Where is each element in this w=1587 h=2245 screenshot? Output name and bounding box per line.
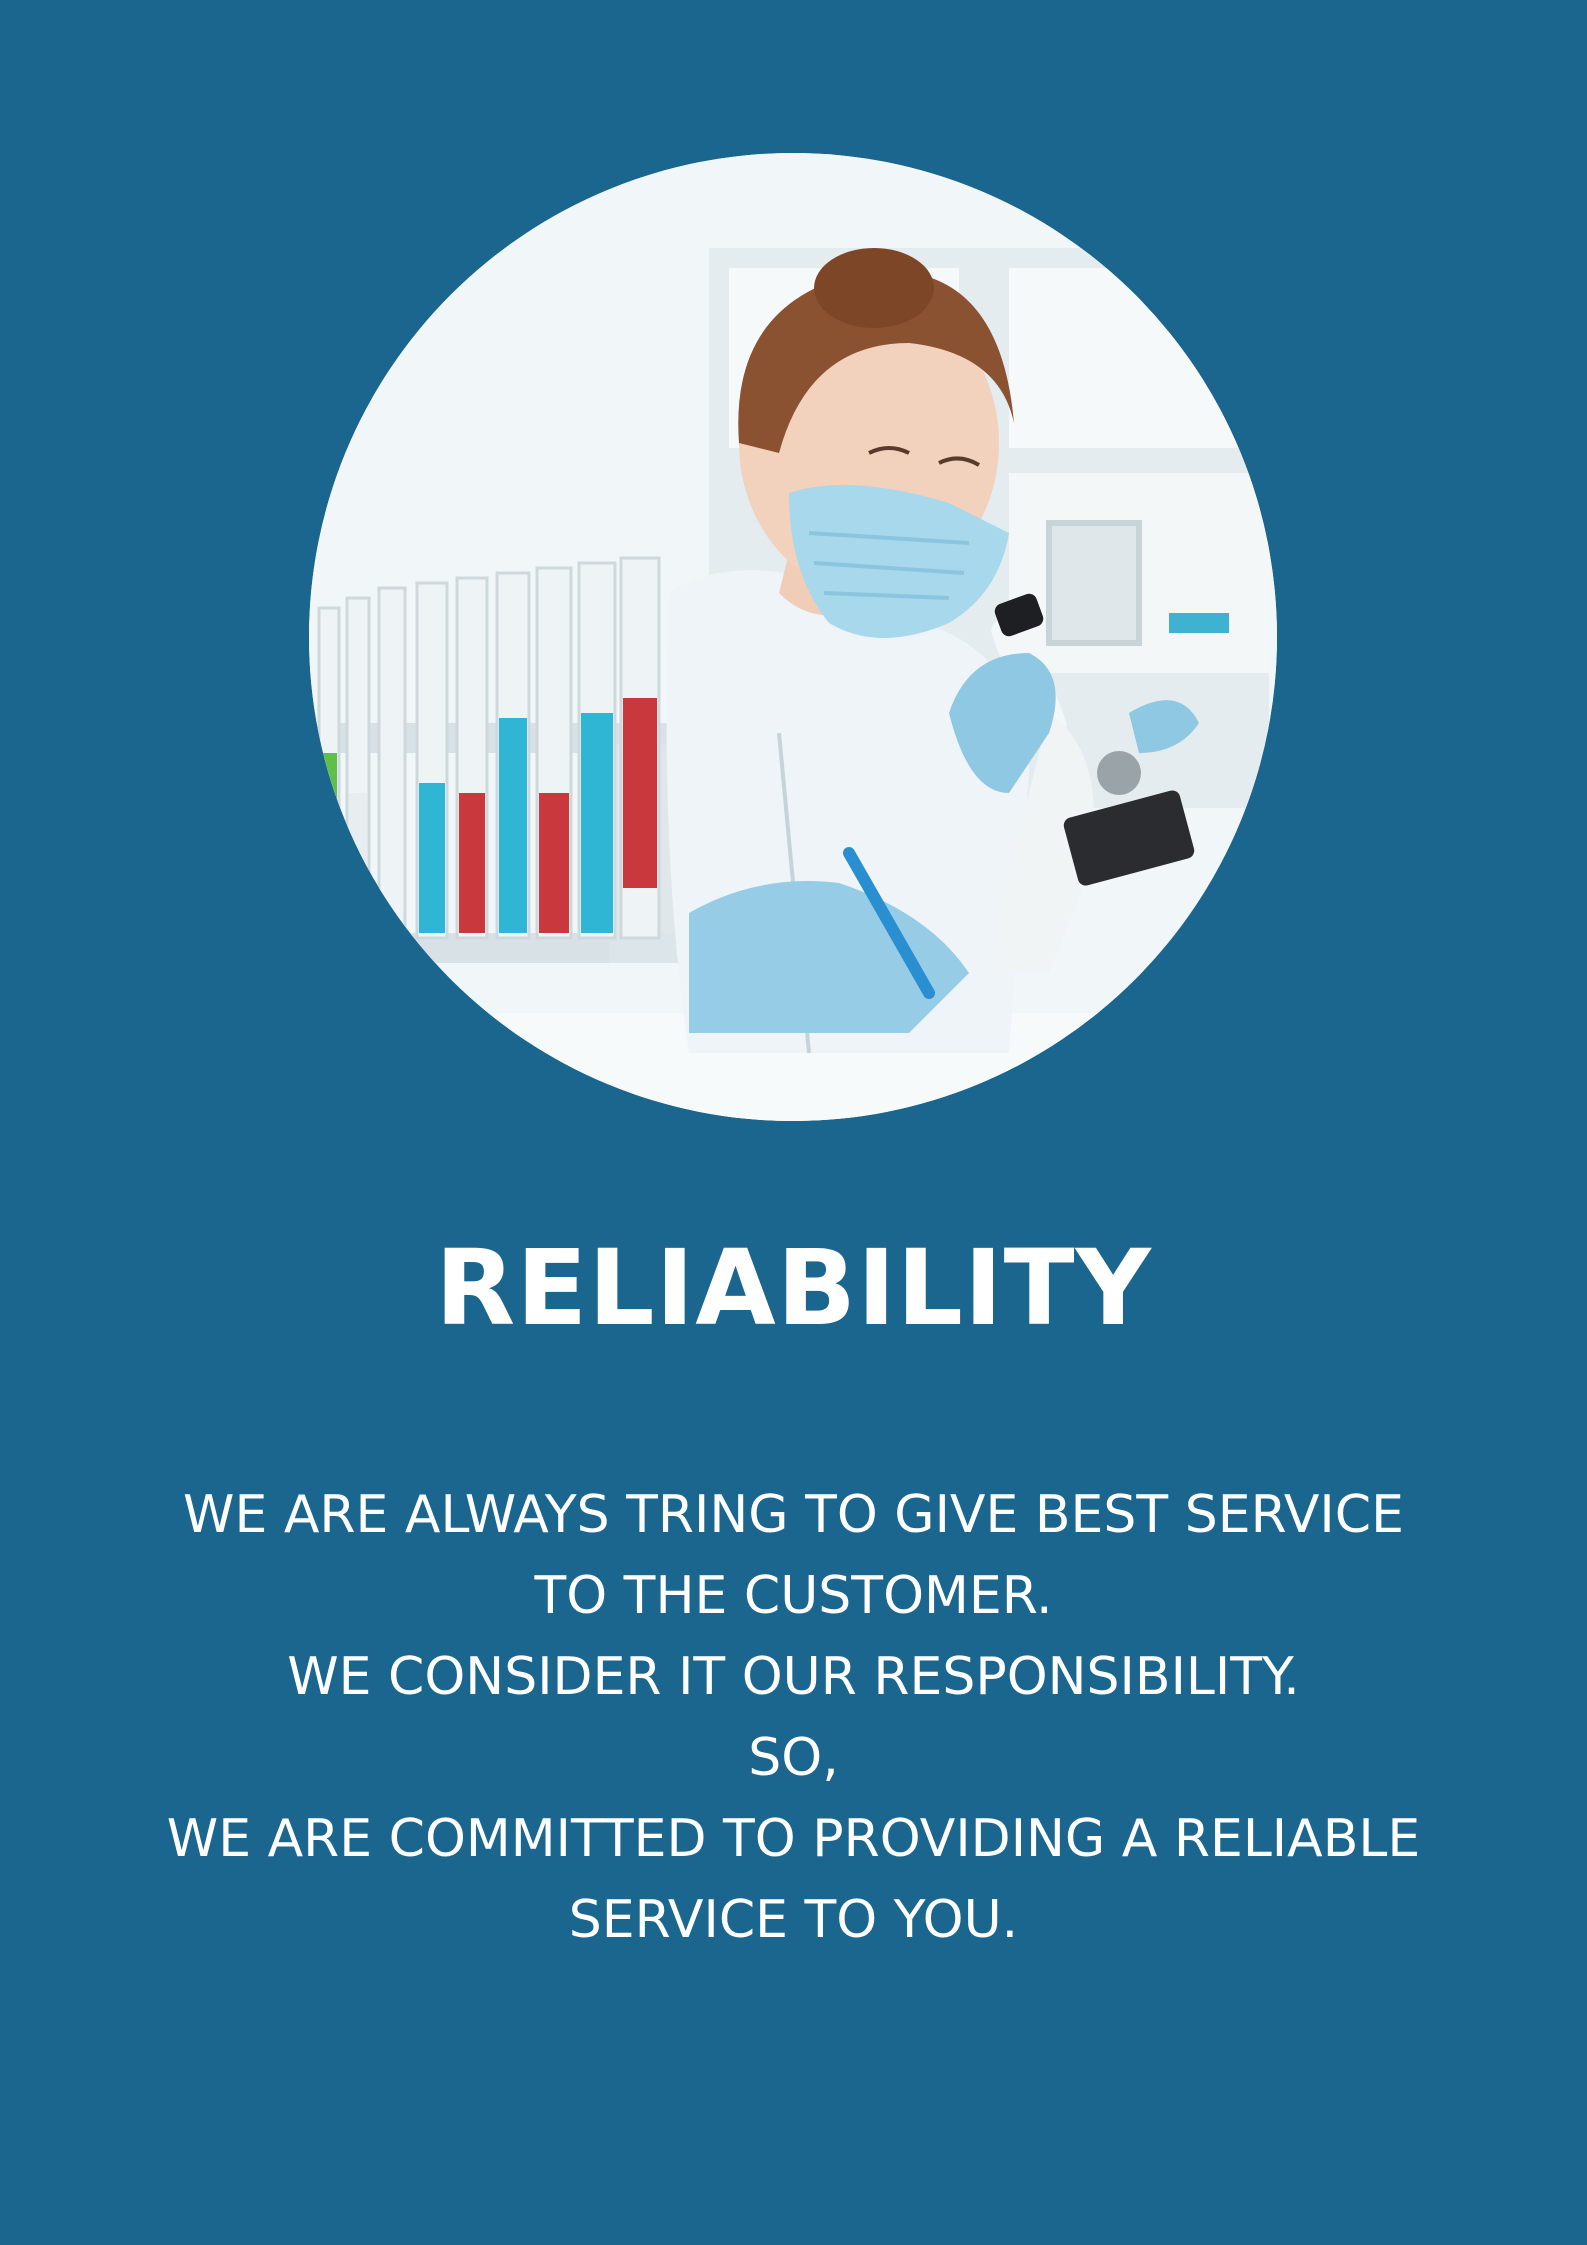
statement-line: WE CONSIDER IT OUR RESPONSIBILITY. <box>287 1647 1300 1707</box>
statement-line: SO, <box>748 1728 839 1788</box>
statement-line: SERVICE TO YOU. <box>568 1890 1019 1950</box>
reliability-statement: WE ARE ALWAYS TRING TO GIVE BEST SERVICE… <box>40 1475 1547 1961</box>
statement-line: TO THE CUSTOMER. <box>534 1566 1053 1626</box>
statement-line: WE ARE ALWAYS TRING TO GIVE BEST SERVICE <box>183 1485 1404 1545</box>
lab-scientist-photo <box>309 153 1277 1121</box>
statement-line: WE ARE COMMITTED TO PROVIDING A RELIABLE <box>166 1809 1421 1869</box>
page-title: RELIABILITY <box>435 1227 1152 1349</box>
